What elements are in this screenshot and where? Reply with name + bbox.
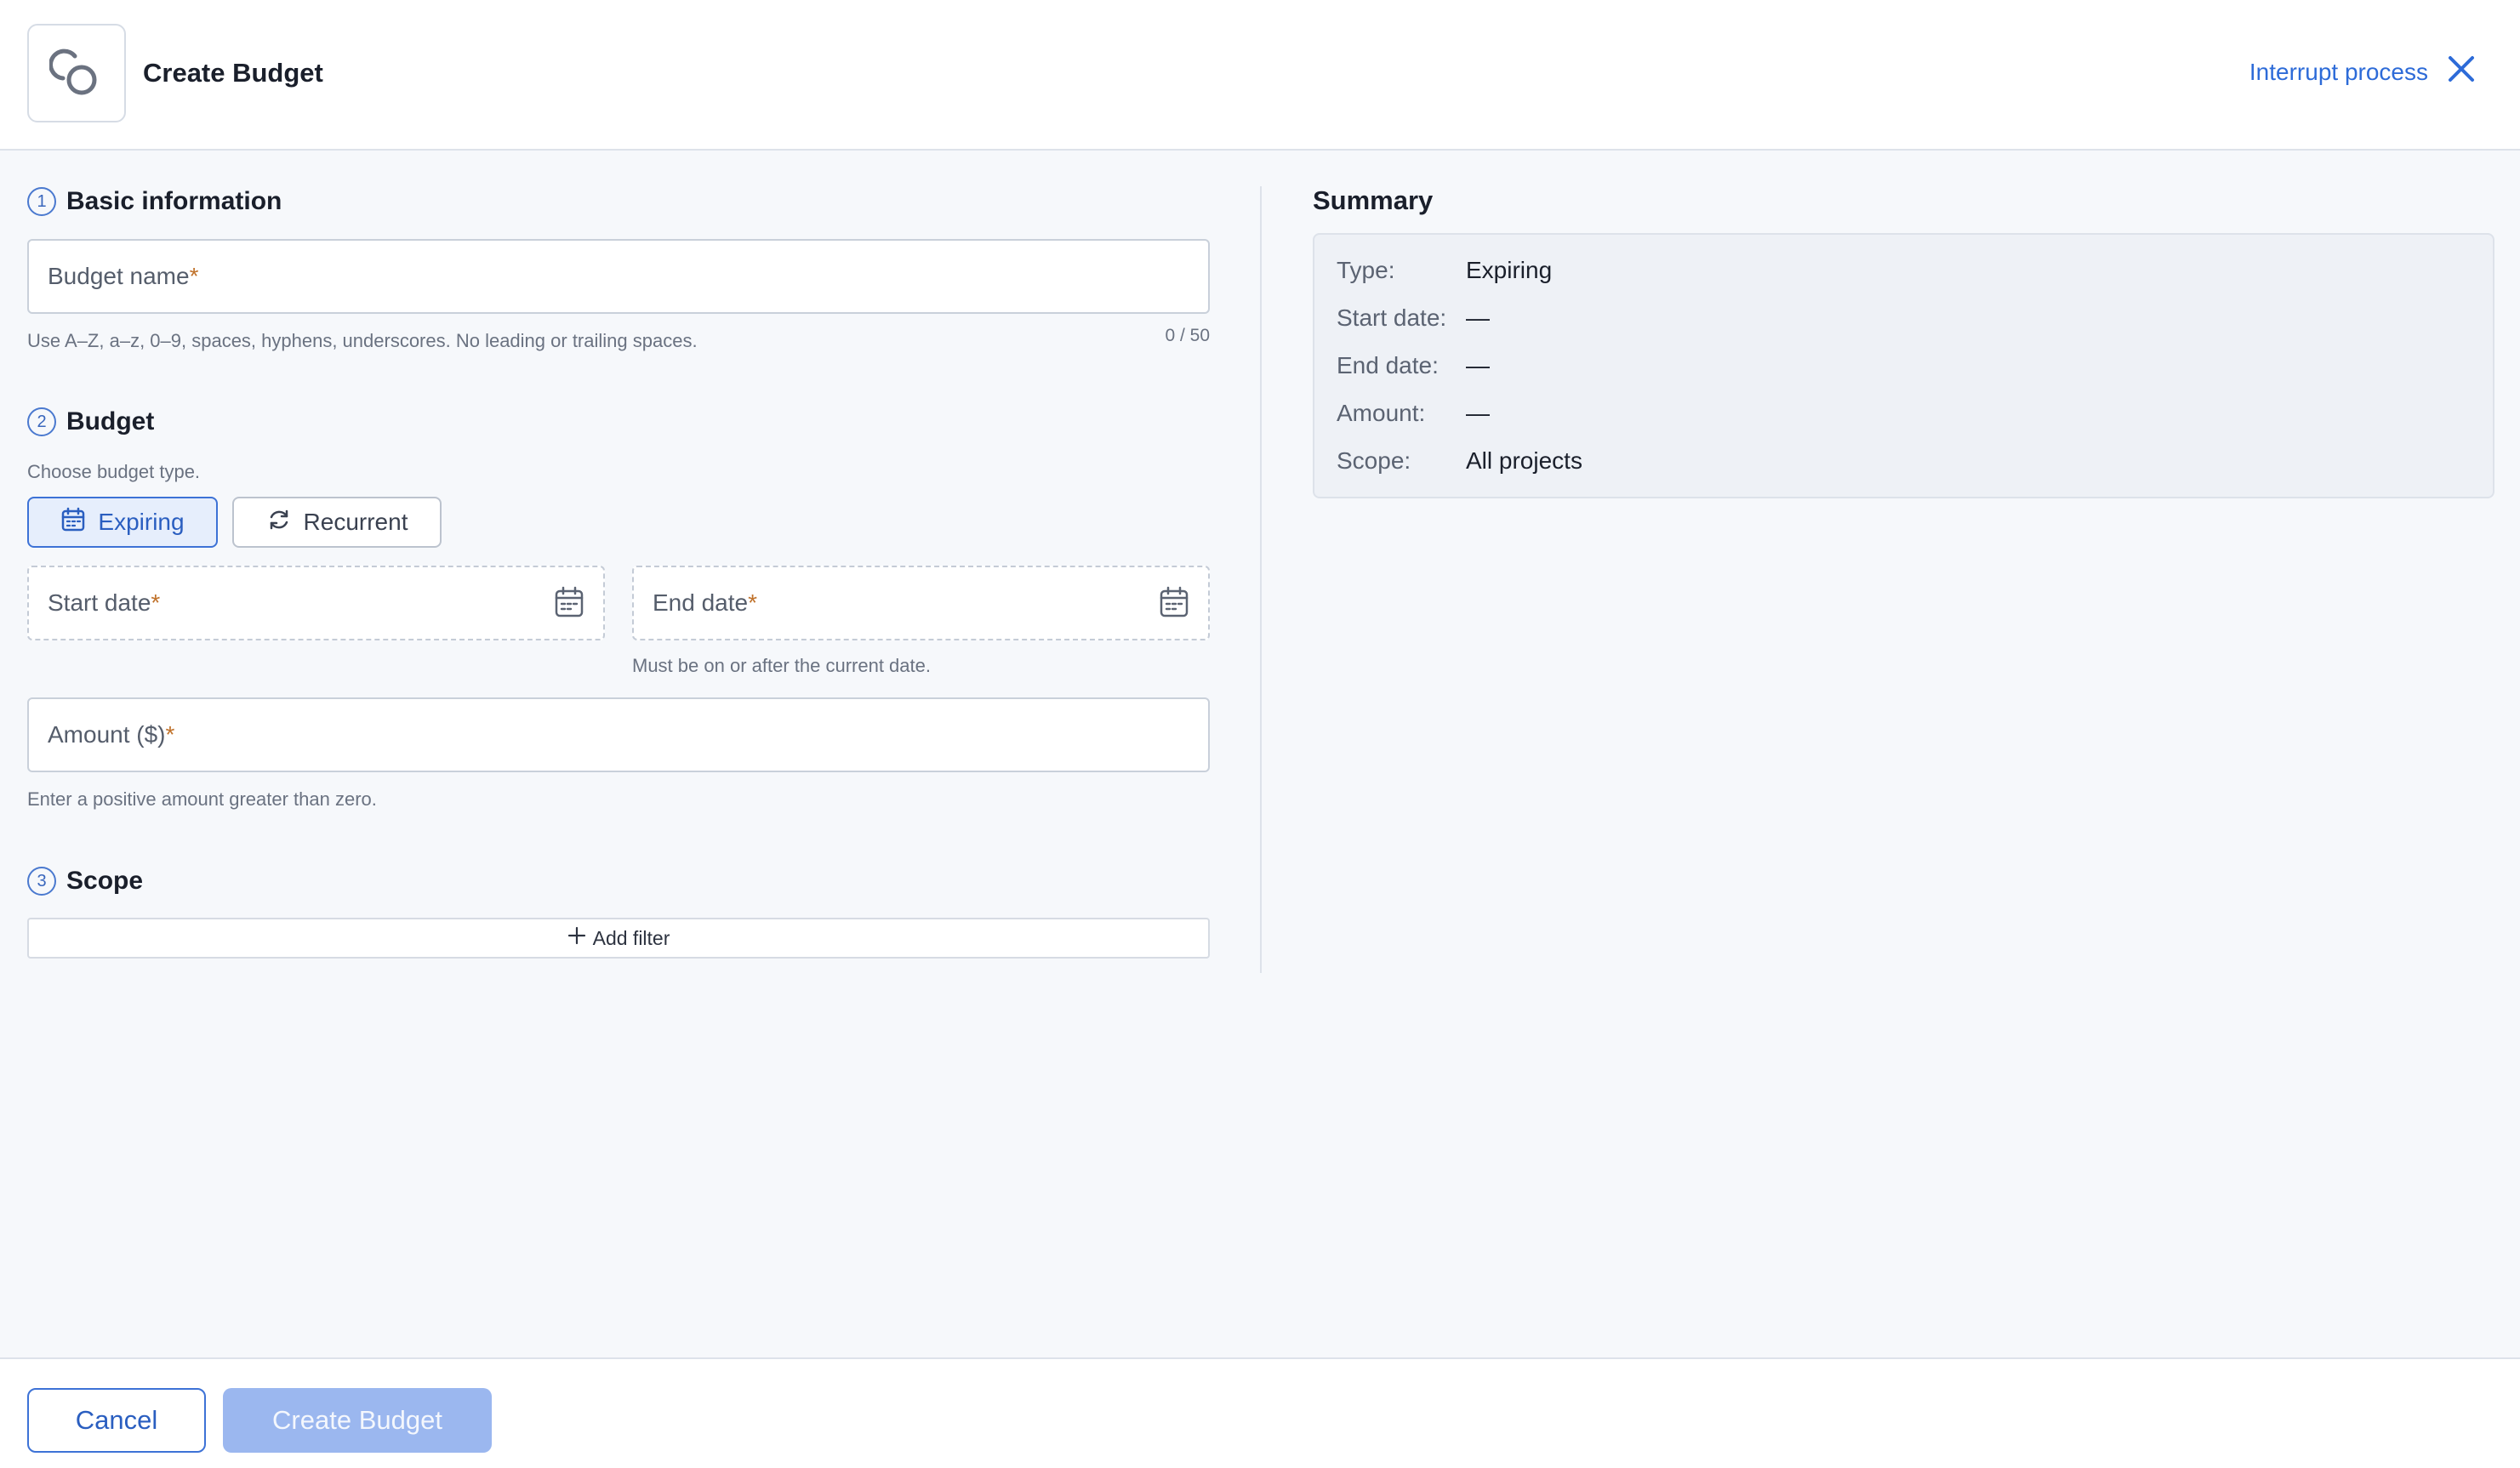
page-header: Create Budget Interrupt process xyxy=(0,0,2520,151)
page-title: Create Budget xyxy=(143,58,323,88)
cancel-button[interactable]: Cancel xyxy=(27,1388,206,1453)
summary-row-start-date: Start date: — xyxy=(1337,304,1490,332)
section-basic-information: 1 Basic information xyxy=(27,187,282,216)
add-filter-label: Add filter xyxy=(592,926,670,949)
budget-type-prompt: Choose budget type. xyxy=(27,461,201,482)
step-number: 2 xyxy=(27,407,56,436)
section-title: Scope xyxy=(66,867,144,895)
summary-value: Expiring xyxy=(1466,257,1553,283)
budget-name-hint: Use A–Z, a–z, 0–9, spaces, hyphens, unde… xyxy=(27,330,698,351)
interrupt-process-label: Interrupt process xyxy=(2249,58,2428,85)
page-footer: Cancel Create Budget xyxy=(0,1357,2520,1468)
interrupt-process-link[interactable]: Interrupt process xyxy=(2249,54,2476,89)
summary-row-end-date: End date: — xyxy=(1337,352,1490,379)
summary-value: — xyxy=(1466,304,1490,331)
end-date-hint: Must be on or after the current date. xyxy=(632,655,931,676)
close-icon[interactable] xyxy=(2447,54,2476,89)
amount-label: Amount ($) xyxy=(48,721,166,748)
section-budget: 2 Budget xyxy=(27,407,154,436)
summary-value: All projects xyxy=(1466,447,1582,474)
add-filter-button[interactable]: Add filter xyxy=(27,918,1210,959)
summary-title: Summary xyxy=(1313,185,1434,215)
start-date-field[interactable]: Start date * xyxy=(27,566,605,640)
summary-row-scope: Scope: All projects xyxy=(1337,447,1582,475)
summary-label: Scope: xyxy=(1337,447,1411,474)
step-number: 1 xyxy=(27,187,56,216)
amount-hint: Enter a positive amount greater than zer… xyxy=(27,788,377,810)
summary-label: Type: xyxy=(1337,257,1395,283)
end-date-label: End date xyxy=(653,589,749,616)
budget-type-recurrent[interactable]: Recurrent xyxy=(232,497,442,548)
amount-field[interactable]: Amount ($) * xyxy=(27,697,1210,772)
summary-value: — xyxy=(1466,352,1490,378)
budget-type-expiring[interactable]: Expiring xyxy=(27,497,218,548)
create-budget-button[interactable]: Create Budget xyxy=(223,1388,492,1453)
budget-type-label: Recurrent xyxy=(303,509,408,535)
summary-label: End date: xyxy=(1337,352,1439,378)
section-title: Budget xyxy=(66,407,155,435)
summary-row-amount: Amount: — xyxy=(1337,400,1490,427)
summary-label: Start date: xyxy=(1337,304,1447,331)
refresh-icon xyxy=(266,507,292,538)
summary-label: Amount: xyxy=(1337,400,1426,426)
calendar-icon[interactable] xyxy=(554,586,584,624)
plus-icon xyxy=(567,926,586,950)
summary-value: — xyxy=(1466,400,1490,426)
budget-name-counter: 0 / 50 xyxy=(1165,326,1210,345)
column-divider xyxy=(1260,186,1262,973)
start-date-label: Start date xyxy=(48,589,151,616)
section-scope: 3 Scope xyxy=(27,867,143,896)
section-title: Basic information xyxy=(66,187,282,215)
summary-row-type: Type: Expiring xyxy=(1337,257,1552,284)
end-date-field[interactable]: End date * xyxy=(632,566,1210,640)
calendar-icon xyxy=(60,507,86,538)
budget-type-label: Expiring xyxy=(98,509,185,535)
budget-name-label: Budget name xyxy=(48,263,190,289)
calendar-icon[interactable] xyxy=(1159,586,1189,624)
budget-name-field[interactable]: Budget name * xyxy=(27,239,1210,314)
app-logo-icon xyxy=(27,24,126,122)
summary-panel: Type: Expiring Start date: — End date: —… xyxy=(1313,233,2494,498)
step-number: 3 xyxy=(27,867,56,896)
